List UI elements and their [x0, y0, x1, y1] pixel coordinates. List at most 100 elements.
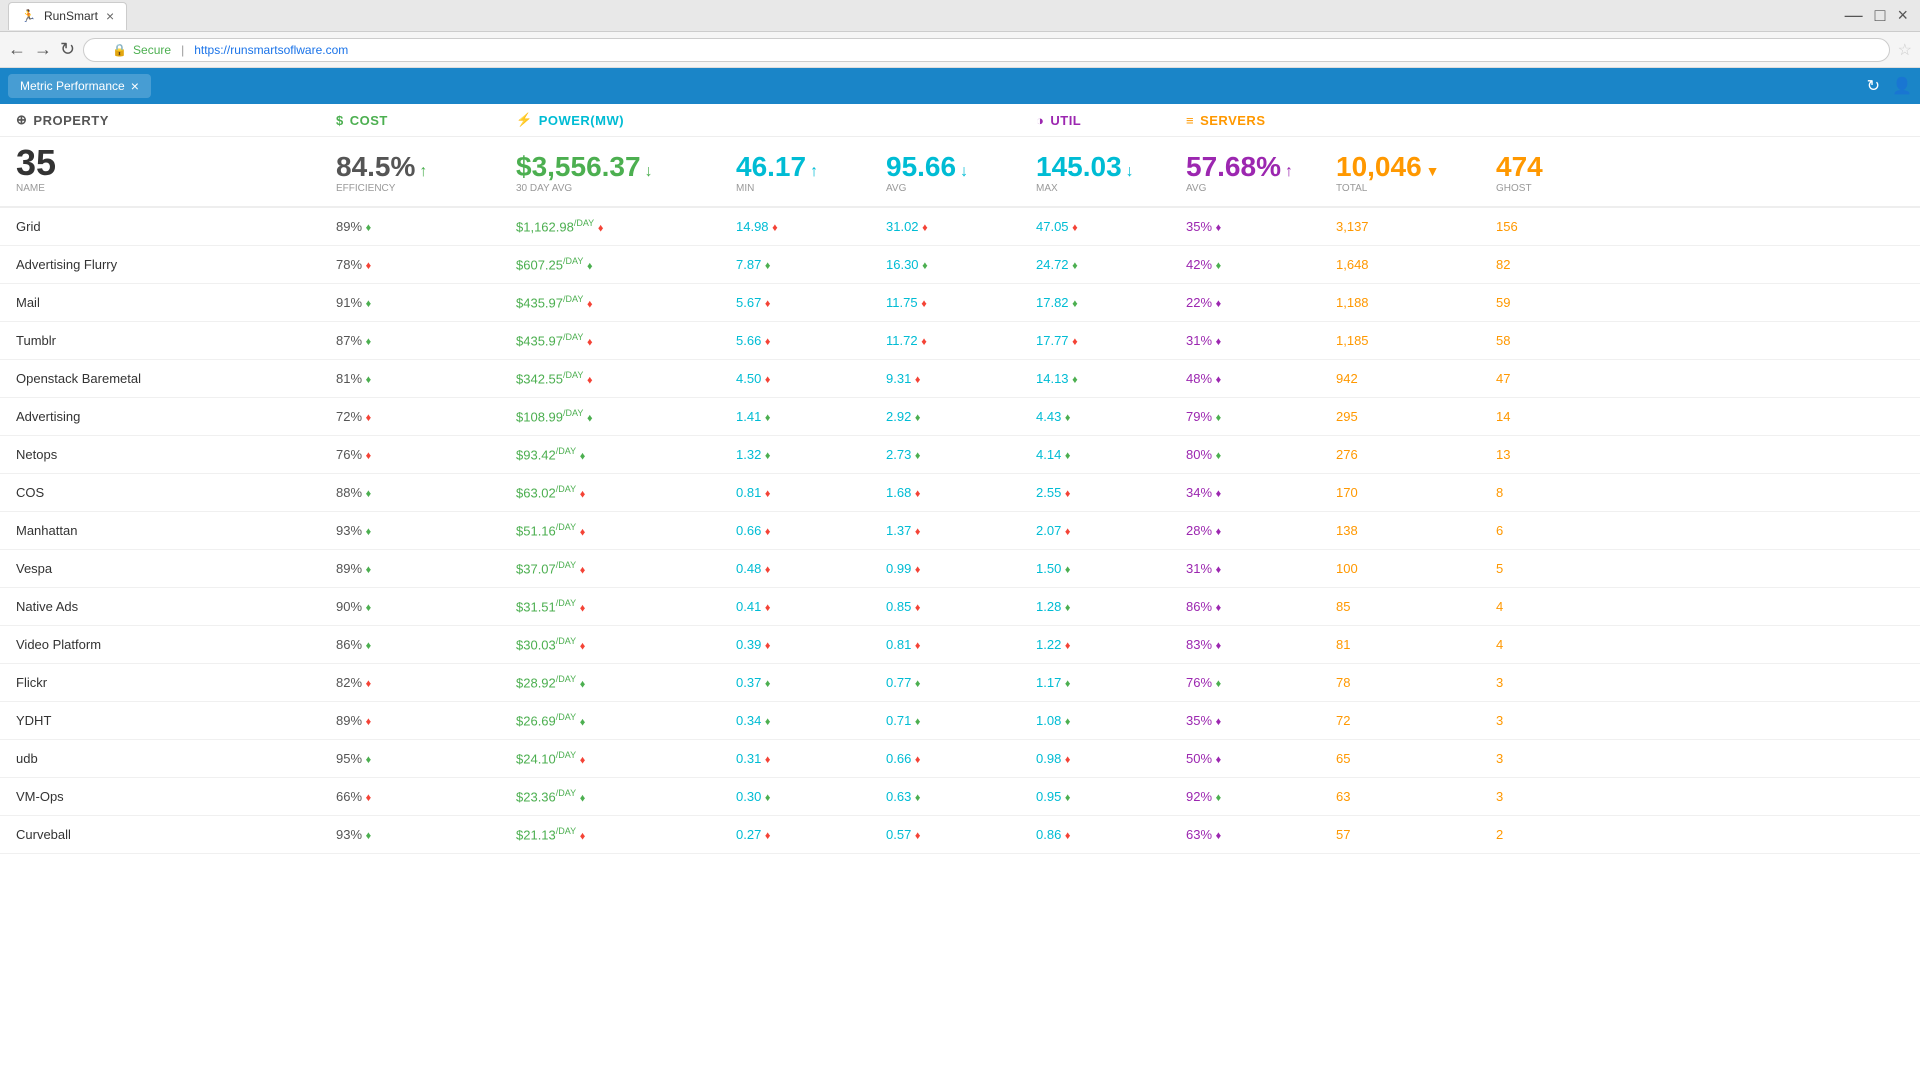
cell-util: 50% ♦: [1186, 751, 1336, 766]
table-row[interactable]: Tumblr 87% ♦ $435.97/DAY ♦ 5.66 ♦ 11.72 …: [0, 322, 1920, 360]
cell-power-max: 4.43 ♦: [1036, 409, 1186, 424]
main-content: ⊕ PROPERTY $ COST ⚡ POWER(MW) ◑ UTIL ≡ S…: [0, 104, 1920, 854]
table-row[interactable]: Manhattan 93% ♦ $51.16/DAY ♦ 0.66 ♦ 1.37…: [0, 512, 1920, 550]
table-row[interactable]: Curveball 93% ♦ $21.13/DAY ♦ 0.27 ♦ 0.57…: [0, 816, 1920, 854]
browser-tab[interactable]: 🏃 RunSmart ×: [8, 2, 127, 30]
cost-label: 30 DAY AVG: [516, 183, 736, 194]
summary-row: 35 NAME 84.5% ↑ EFFICIENCY $3,556.37 ↓ 3…: [0, 137, 1920, 208]
cell-ghost: 156: [1496, 219, 1616, 234]
summary-efficiency: 84.5%: [336, 153, 415, 181]
data-table: Grid 89% ♦ $1,162.98/DAY ♦ 14.98 ♦ 31.02…: [0, 208, 1920, 854]
cell-efficiency: 78% ♦: [336, 257, 516, 272]
cell-cost: $342.55/DAY ♦: [516, 370, 736, 386]
table-row[interactable]: Native Ads 90% ♦ $31.51/DAY ♦ 0.41 ♦ 0.8…: [0, 588, 1920, 626]
cell-name: Curveball: [16, 827, 336, 842]
summary-power-max-cell: 145.03 ↓ MAX: [1036, 153, 1186, 194]
cell-name: Advertising Flurry: [16, 257, 336, 272]
maximize-button[interactable]: □: [1871, 5, 1890, 26]
cell-power-min: 0.48 ♦: [736, 561, 886, 576]
cell-cost: $28.92/DAY ♦: [516, 674, 736, 690]
table-row[interactable]: Advertising 72% ♦ $108.99/DAY ♦ 1.41 ♦ 2…: [0, 398, 1920, 436]
app-tab-close-button[interactable]: ×: [131, 78, 139, 94]
globe-icon: ⊕: [16, 112, 27, 128]
summary-power-avg-cell: 95.66 ↓ AVG: [886, 153, 1036, 194]
cell-util: 48% ♦: [1186, 371, 1336, 386]
app-tab-metric-performance[interactable]: Metric Performance ×: [8, 74, 151, 98]
cell-util: 22% ♦: [1186, 295, 1336, 310]
forward-button[interactable]: →: [34, 39, 52, 60]
summary-power-avg: 95.66: [886, 153, 956, 181]
util-label: AVG: [1186, 183, 1336, 194]
refresh-icon[interactable]: ↻: [1867, 76, 1880, 96]
cell-util: 31% ♦: [1186, 333, 1336, 348]
cell-power-max: 24.72 ♦: [1036, 257, 1186, 272]
cell-efficiency: 72% ♦: [336, 409, 516, 424]
cell-power-avg: 0.81 ♦: [886, 637, 1036, 652]
cell-cost: $93.42/DAY ♦: [516, 446, 736, 462]
user-icon[interactable]: 👤: [1892, 76, 1912, 96]
cell-name: Video Platform: [16, 637, 336, 652]
back-button[interactable]: ←: [8, 39, 26, 60]
table-row[interactable]: Grid 89% ♦ $1,162.98/DAY ♦ 14.98 ♦ 31.02…: [0, 208, 1920, 246]
cell-cost: $21.13/DAY ♦: [516, 826, 736, 842]
close-window-button[interactable]: ×: [1893, 5, 1912, 26]
cell-power-min: 5.67 ♦: [736, 295, 886, 310]
bookmark-icon[interactable]: ☆: [1898, 40, 1912, 60]
cell-total: 138: [1336, 523, 1496, 538]
cell-ghost: 5: [1496, 561, 1616, 576]
cell-power-min: 0.30 ♦: [736, 789, 886, 804]
cell-efficiency: 86% ♦: [336, 637, 516, 652]
cell-total: 72: [1336, 713, 1496, 728]
cell-efficiency: 90% ♦: [336, 599, 516, 614]
table-row[interactable]: COS 88% ♦ $63.02/DAY ♦ 0.81 ♦ 1.68 ♦ 2.5…: [0, 474, 1920, 512]
dollar-icon: $: [336, 113, 344, 128]
tab-close-button[interactable]: ×: [106, 8, 114, 24]
cell-name: Flickr: [16, 675, 336, 690]
power-avg-arrow: ↓: [960, 163, 968, 181]
cell-name: VM-Ops: [16, 789, 336, 804]
table-row[interactable]: Openstack Baremetal 81% ♦ $342.55/DAY ♦ …: [0, 360, 1920, 398]
cell-power-max: 0.86 ♦: [1036, 827, 1186, 842]
cell-util: 86% ♦: [1186, 599, 1336, 614]
efficiency-label: EFFICIENCY: [336, 183, 516, 194]
table-row[interactable]: VM-Ops 66% ♦ $23.36/DAY ♦ 0.30 ♦ 0.63 ♦ …: [0, 778, 1920, 816]
cell-ghost: 3: [1496, 789, 1616, 804]
minimize-button[interactable]: —: [1841, 5, 1867, 26]
cell-efficiency: 82% ♦: [336, 675, 516, 690]
cell-name: Mail: [16, 295, 336, 310]
table-row[interactable]: Mail 91% ♦ $435.97/DAY ♦ 5.67 ♦ 11.75 ♦ …: [0, 284, 1920, 322]
cell-power-min: 0.27 ♦: [736, 827, 886, 842]
table-row[interactable]: Advertising Flurry 78% ♦ $607.25/DAY ♦ 7…: [0, 246, 1920, 284]
cell-power-min: 14.98 ♦: [736, 219, 886, 234]
cell-util: 35% ♦: [1186, 219, 1336, 234]
cell-power-max: 1.08 ♦: [1036, 713, 1186, 728]
table-row[interactable]: Vespa 89% ♦ $37.07/DAY ♦ 0.48 ♦ 0.99 ♦ 1…: [0, 550, 1920, 588]
table-row[interactable]: Netops 76% ♦ $93.42/DAY ♦ 1.32 ♦ 2.73 ♦ …: [0, 436, 1920, 474]
table-row[interactable]: Flickr 82% ♦ $28.92/DAY ♦ 0.37 ♦ 0.77 ♦ …: [0, 664, 1920, 702]
table-row[interactable]: YDHT 89% ♦ $26.69/DAY ♦ 0.34 ♦ 0.71 ♦ 1.…: [0, 702, 1920, 740]
cell-util: 79% ♦: [1186, 409, 1336, 424]
cell-power-max: 17.77 ♦: [1036, 333, 1186, 348]
cell-ghost: 58: [1496, 333, 1616, 348]
cell-ghost: 82: [1496, 257, 1616, 272]
address-bar[interactable]: 🔒 Secure | https://runsmartsoflware.com: [83, 38, 1890, 62]
browser-toolbar: ← → ↻ 🔒 Secure | https://runsmartsoflwar…: [0, 32, 1920, 68]
power-max-arrow: ↓: [1126, 163, 1134, 181]
table-row[interactable]: udb 95% ♦ $24.10/DAY ♦ 0.31 ♦ 0.66 ♦ 0.9…: [0, 740, 1920, 778]
reload-button[interactable]: ↻: [60, 39, 75, 60]
cell-power-min: 0.34 ♦: [736, 713, 886, 728]
total-sort-icon[interactable]: ▼: [1426, 163, 1440, 179]
cell-total: 170: [1336, 485, 1496, 500]
total-count: 35: [16, 145, 336, 181]
summary-util: 57.68%: [1186, 153, 1281, 181]
cell-name: Tumblr: [16, 333, 336, 348]
cell-power-avg: 31.02 ♦: [886, 219, 1036, 234]
cell-power-max: 1.28 ♦: [1036, 599, 1186, 614]
cell-power-avg: 0.57 ♦: [886, 827, 1036, 842]
table-row[interactable]: Video Platform 86% ♦ $30.03/DAY ♦ 0.39 ♦…: [0, 626, 1920, 664]
cell-power-min: 0.66 ♦: [736, 523, 886, 538]
cell-cost: $435.97/DAY ♦: [516, 332, 736, 348]
cell-power-avg: 11.75 ♦: [886, 295, 1036, 310]
cell-total: 942: [1336, 371, 1496, 386]
cell-name: Vespa: [16, 561, 336, 576]
